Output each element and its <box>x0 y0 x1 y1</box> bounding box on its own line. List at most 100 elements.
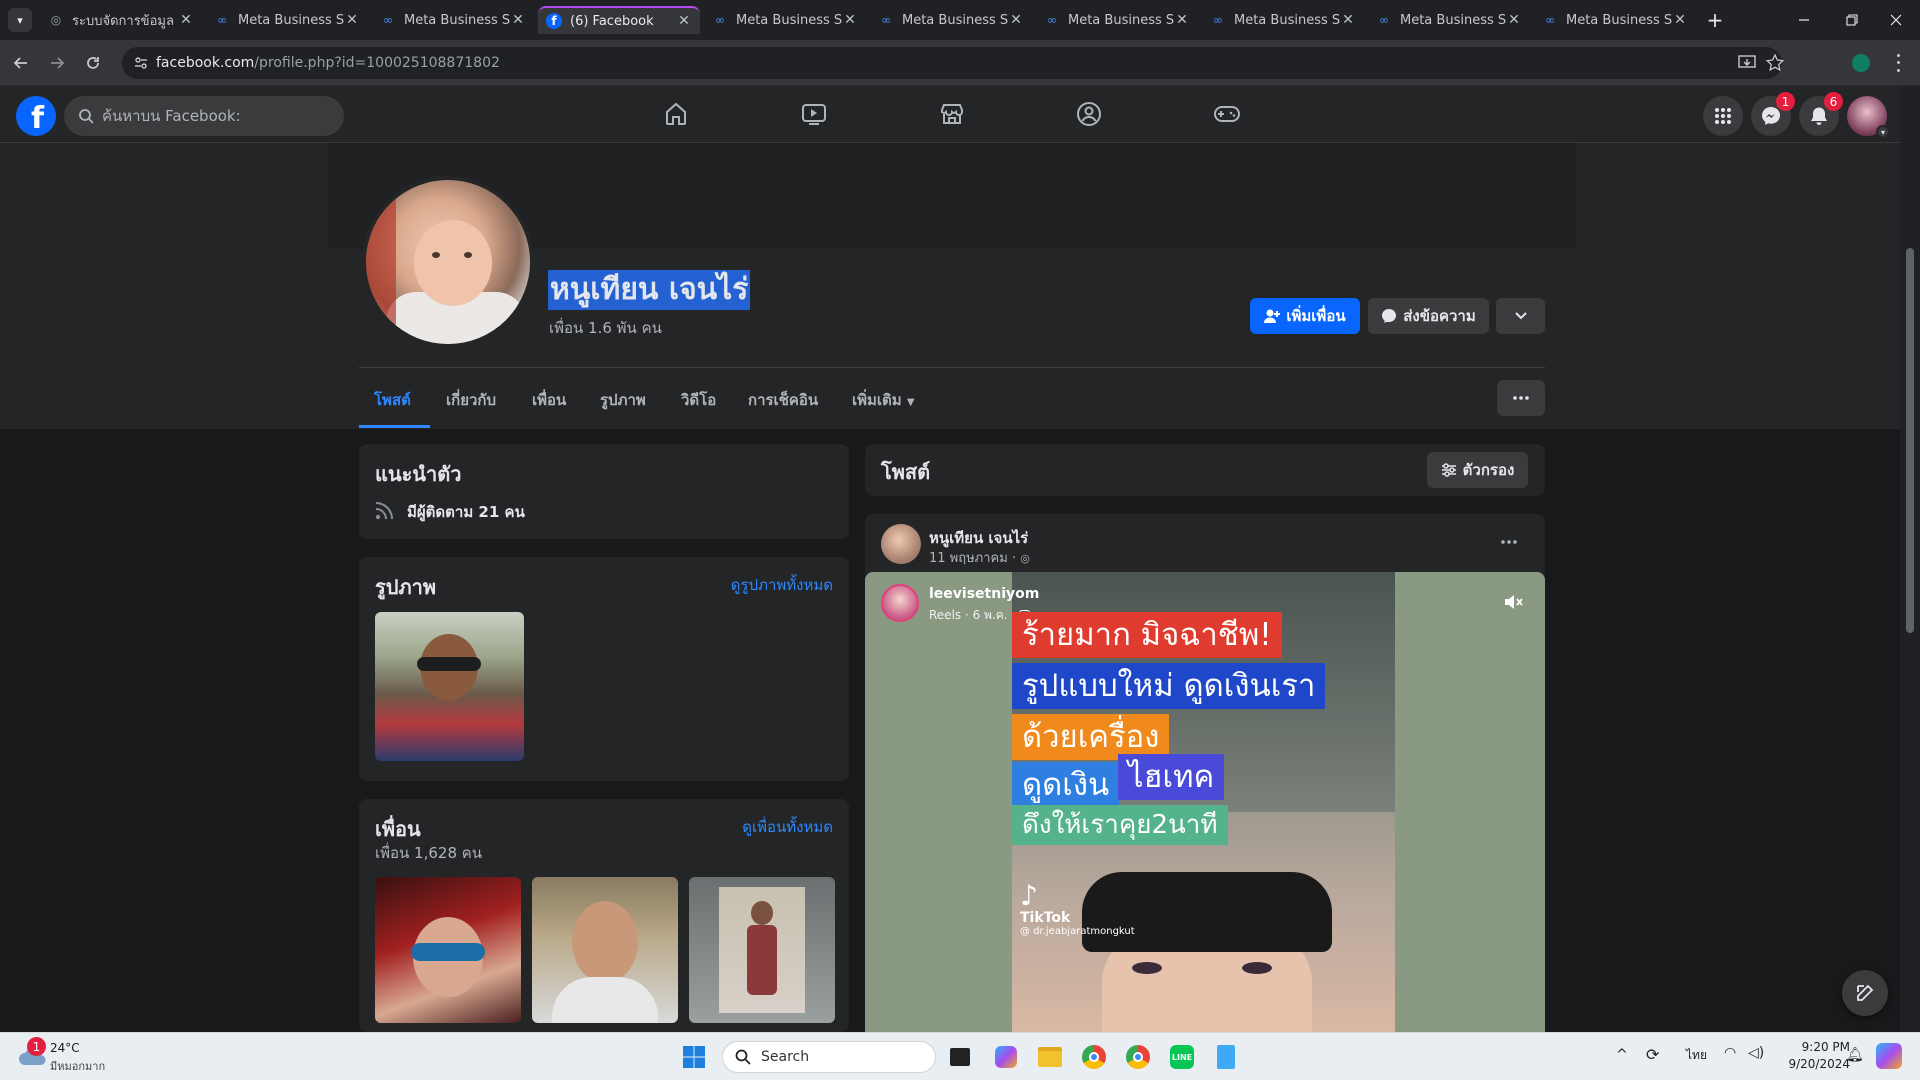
reel-author-name[interactable]: leevisetniyom <box>929 586 1039 602</box>
chevron-up-icon[interactable]: ^ <box>1616 1047 1628 1063</box>
filter-button[interactable]: ตัวกรอง <box>1427 452 1528 488</box>
tab-close-icon[interactable]: ✕ <box>1008 12 1024 28</box>
taskbar-date[interactable]: 9/20/2024 <box>1780 1057 1850 1071</box>
line-app-icon[interactable]: LINE <box>1166 1041 1198 1073</box>
menu-button[interactable] <box>1703 96 1743 136</box>
bookmark-star-icon[interactable] <box>1766 54 1784 72</box>
see-all-friends-link[interactable]: ดูเพื่อนทั้งหมด <box>742 815 833 839</box>
profile-friends-count[interactable]: เพื่อน 1.6 พัน คน <box>549 316 662 340</box>
tab-search-button[interactable]: ▾ <box>8 8 32 32</box>
browser-tab[interactable]: ∞ Meta Business Su ✕ <box>1534 6 1696 34</box>
tab-close-icon[interactable]: ✕ <box>1340 12 1356 28</box>
tab-close-icon[interactable]: ✕ <box>344 12 360 28</box>
copilot-pre-icon[interactable] <box>1876 1043 1902 1069</box>
facebook-search-input[interactable]: ค้นหาบน Facebook: <box>64 96 344 136</box>
browser-tab[interactable]: ∞ Meta Business Su ✕ <box>1368 6 1530 34</box>
volume-icon[interactable]: ◁) <box>1748 1045 1764 1061</box>
tab-close-icon[interactable]: ✕ <box>1672 12 1688 28</box>
tab-checkins[interactable]: การเช็คอิน <box>748 388 818 412</box>
posts-header-card: โพสต์ ตัวกรอง <box>865 444 1545 496</box>
chrome-icon[interactable] <box>1078 1041 1110 1073</box>
browser-tab[interactable]: ∞ Meta Business Su ✕ <box>1036 6 1198 34</box>
send-message-button[interactable]: ส่งข้อความ <box>1368 298 1489 334</box>
see-all-photos-link[interactable]: ดูรูปภาพทั้งหมด <box>731 573 833 597</box>
post-options-button[interactable] <box>1493 530 1525 554</box>
post-author-avatar[interactable] <box>881 524 921 564</box>
nav-video[interactable] <box>794 94 834 134</box>
account-avatar[interactable]: ▾ <box>1847 96 1890 139</box>
nav-gaming[interactable] <box>1207 94 1247 134</box>
tab-photos[interactable]: รูปภาพ <box>600 388 646 412</box>
profile-picture[interactable] <box>362 176 534 348</box>
start-button[interactable] <box>678 1041 710 1073</box>
add-friend-button[interactable]: เพิ่มเพื่อน <box>1250 298 1360 334</box>
notification-bell-icon[interactable]: 🔔︎ <box>1846 1047 1864 1063</box>
tab-close-icon[interactable]: ✕ <box>510 12 526 28</box>
install-app-icon[interactable] <box>1738 55 1756 71</box>
close-window-button[interactable] <box>1882 8 1910 32</box>
scrollbar-thumb[interactable] <box>1906 248 1914 633</box>
browser-tab[interactable]: ∞ Meta Business Su ✕ <box>870 6 1032 34</box>
wifi-icon[interactable]: ◠ <box>1724 1045 1736 1061</box>
reel-video[interactable]: leevisetniyom Reels · 6 พ.ค. · ร้ายมาก ม… <box>865 572 1545 1032</box>
mute-button[interactable] <box>1501 590 1525 614</box>
tab-posts[interactable]: โพสต์ <box>374 388 411 412</box>
minimize-button[interactable] <box>1790 8 1818 32</box>
tab-about[interactable]: เกี่ยวกับ <box>446 388 496 412</box>
home-icon <box>666 102 686 125</box>
add-friend-icon <box>1264 309 1281 323</box>
photo-thumbnail[interactable] <box>375 612 524 761</box>
back-button[interactable] <box>8 50 34 76</box>
browser-tab[interactable]: f (6) Facebook ✕ <box>538 6 700 34</box>
windows-taskbar: 1 24°C มีหมอกมาก Search LINE ^ ⟳ ไทย ◠ ◁… <box>0 1032 1920 1080</box>
nav-groups[interactable] <box>1069 94 1109 134</box>
tab-close-icon[interactable]: ✕ <box>178 12 194 28</box>
tab-close-icon[interactable]: ✕ <box>842 12 858 28</box>
tab-videos[interactable]: วิดีโอ <box>681 388 716 412</box>
messenger-button[interactable]: 1 <box>1751 92 1795 136</box>
copilot-icon[interactable] <box>990 1041 1022 1073</box>
new-message-button[interactable] <box>1842 970 1888 1016</box>
browser-tab[interactable]: ∞ Meta Business Su ✕ <box>206 6 368 34</box>
tab-more[interactable]: เพิ่มเติม ▼ <box>852 388 915 412</box>
more-profile-actions-button[interactable] <box>1496 298 1545 334</box>
friend-thumbnail[interactable] <box>689 877 835 1023</box>
tab-close-icon[interactable]: ✕ <box>676 13 692 29</box>
notifications-button[interactable]: 6 <box>1799 92 1843 136</box>
browser-tab[interactable]: ∞ Meta Business Su ✕ <box>704 6 866 34</box>
new-tab-button[interactable]: + <box>1703 8 1727 32</box>
restore-button[interactable] <box>1838 8 1866 32</box>
friend-thumbnail[interactable] <box>532 877 678 1023</box>
tab-close-icon[interactable]: ✕ <box>1174 12 1190 28</box>
browser-tab[interactable]: ∞ Meta Business Su ✕ <box>372 6 534 34</box>
browser-tab[interactable]: ◎ ระบบจัดการข้อมูล ม่ ✕ <box>40 6 202 34</box>
tab-close-icon[interactable]: ✕ <box>1506 12 1522 28</box>
nav-home[interactable] <box>656 94 696 134</box>
posts-title: โพสต์ <box>881 460 931 484</box>
file-explorer-icon[interactable] <box>1034 1041 1066 1073</box>
forward-button[interactable] <box>44 50 70 76</box>
task-view-icon[interactable] <box>944 1041 976 1073</box>
weather-widget[interactable]: 1 <box>18 1037 48 1069</box>
post-date[interactable]: 11 พฤษภาคม · ◎ <box>929 547 1030 568</box>
facebook-header: f ค้นหาบน Facebook: 1 6 ▾ <box>0 86 1900 143</box>
browser-menu-button[interactable] <box>1890 52 1906 74</box>
profile-options-button[interactable] <box>1497 380 1545 416</box>
chrome-profile-icon[interactable] <box>1122 1041 1154 1073</box>
tab-friends[interactable]: เพื่อน <box>532 388 566 412</box>
sync-icon[interactable]: ⟳ <box>1646 1045 1659 1064</box>
nav-marketplace[interactable] <box>932 94 972 134</box>
notepad-icon[interactable] <box>1210 1041 1242 1073</box>
profile-avatar-button[interactable] <box>1852 54 1870 72</box>
taskbar-time[interactable]: 9:20 PM <box>1786 1040 1850 1054</box>
facebook-logo[interactable]: f <box>16 96 56 136</box>
friend-thumbnail[interactable] <box>375 877 521 1023</box>
reload-button[interactable] <box>80 50 106 76</box>
input-language[interactable]: ไทย <box>1686 1046 1707 1065</box>
tab-more-label: เพิ่มเติม <box>852 391 902 409</box>
friends-count: เพื่อน 1,628 คน <box>375 844 483 862</box>
browser-tab[interactable]: ∞ Meta Business Su ✕ <box>1202 6 1364 34</box>
taskbar-search[interactable]: Search <box>722 1041 936 1073</box>
address-bar[interactable]: facebook.com/profile.php?id=100025108871… <box>122 47 1784 79</box>
reel-author-avatar[interactable] <box>881 584 919 622</box>
